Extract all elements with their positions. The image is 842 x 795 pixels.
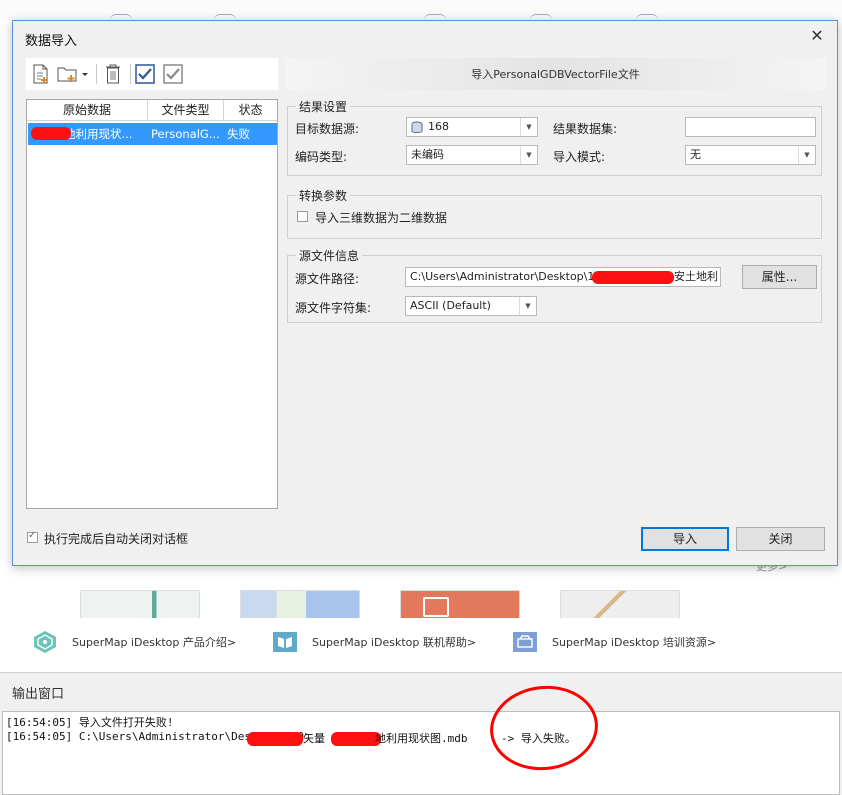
chevron-down-icon[interactable]: ▼ bbox=[519, 297, 536, 315]
properties-button[interactable]: 属性... bbox=[742, 265, 817, 289]
log-line-part: 地利用现状图.mdb bbox=[375, 732, 468, 745]
list-header: 原始数据 文件类型 状态 bbox=[27, 100, 277, 121]
redaction-mark bbox=[592, 271, 674, 284]
chevron-down-icon[interactable]: ▼ bbox=[520, 118, 537, 136]
link-product-intro[interactable]: SuperMap iDesktop 产品介绍> bbox=[32, 630, 236, 654]
result-dataset-input[interactable] bbox=[685, 117, 816, 137]
chevron-down-icon[interactable]: ▼ bbox=[520, 146, 537, 164]
resource-links-bar: SuperMap iDesktop 产品介绍> SuperMap iDeskto… bbox=[0, 618, 842, 664]
database-icon bbox=[411, 121, 423, 134]
encoding-select[interactable]: 未编码 ▼ bbox=[406, 145, 538, 165]
encoding-value: 未编码 bbox=[411, 148, 444, 161]
redaction-mark bbox=[247, 732, 303, 746]
toolbar-separator bbox=[130, 64, 131, 84]
result-settings-group: 结果设置 目标数据源: 168 ▼ 结果数据集: 编码类型: 未编码 ▼ 导入模… bbox=[287, 98, 822, 176]
redaction-mark bbox=[331, 732, 381, 746]
link-label: SuperMap iDesktop 培训资源> bbox=[552, 636, 717, 649]
column-header-type[interactable]: 文件类型 bbox=[148, 100, 224, 120]
import-type-banner: 导入PersonalGDBVectorFile文件 bbox=[285, 58, 826, 90]
auto-close-checkbox[interactable] bbox=[27, 530, 38, 543]
online-help-icon bbox=[272, 630, 298, 654]
import-mode-value: 无 bbox=[690, 148, 701, 161]
import-toolbar bbox=[26, 58, 278, 90]
column-header-status[interactable]: 状态 bbox=[224, 100, 277, 120]
dialog-title: 数据导入 bbox=[25, 34, 78, 49]
group-title: 结果设置 bbox=[296, 98, 351, 115]
conversion-params-group: 转换参数 导入三维数据为二维数据 bbox=[287, 187, 822, 239]
group-title: 源文件信息 bbox=[296, 247, 363, 264]
source-path-suffix: 安土地利 bbox=[674, 270, 718, 283]
source-path-field[interactable]: C:\Users\Administrator\Desktop\110\ 安土地利 bbox=[405, 267, 721, 287]
charset-select[interactable]: ASCII (Default) ▼ bbox=[405, 296, 537, 316]
import-mode-select[interactable]: 无 ▼ bbox=[685, 145, 816, 165]
source-path-value: C:\Users\Administrator\Desktop\110\ bbox=[410, 270, 613, 283]
import-mode-label: 导入模式: bbox=[553, 150, 606, 164]
source-file-list[interactable]: 原始数据 文件类型 状态 地利用现状... PersonalG... 失败 bbox=[26, 99, 278, 509]
output-window-title: 输出窗口 bbox=[12, 687, 65, 702]
charset-label: 源文件字符集: bbox=[295, 301, 372, 315]
encoding-label: 编码类型: bbox=[295, 150, 348, 164]
target-datasource-select[interactable]: 168 ▼ bbox=[406, 117, 538, 137]
charset-value: ASCII (Default) bbox=[410, 299, 491, 312]
add-folder-icon[interactable] bbox=[56, 63, 90, 85]
link-label: SuperMap iDesktop 联机帮助> bbox=[312, 636, 477, 649]
import-3d-as-2d-label: 导入三维数据为二维数据 bbox=[315, 211, 448, 225]
output-window: 输出窗口 [16:54:05] 导入文件打开失败! [16:54:05] C:\… bbox=[0, 672, 842, 795]
target-datasource-label: 目标数据源: bbox=[295, 122, 360, 136]
target-datasource-value: 168 bbox=[428, 120, 449, 133]
delete-icon[interactable] bbox=[102, 63, 124, 85]
toolbar-separator bbox=[96, 64, 97, 84]
output-log[interactable]: [16:54:05] 导入文件打开失败! [16:54:05] C:\Users… bbox=[2, 711, 840, 795]
link-online-help[interactable]: SuperMap iDesktop 联机帮助> bbox=[272, 630, 476, 654]
log-line-part: 矢量 bbox=[303, 732, 325, 745]
link-training[interactable]: SuperMap iDesktop 培训资源> bbox=[512, 630, 716, 654]
table-row[interactable]: 地利用现状... PersonalG... 失败 bbox=[28, 123, 277, 145]
cell-type: PersonalG... bbox=[151, 127, 220, 141]
import-button[interactable]: 导入 bbox=[641, 527, 729, 551]
data-import-dialog: 数据导入 ✕ 导入PersonalGDBVectorFile文件 原始数据 文件… bbox=[12, 20, 838, 566]
group-title: 转换参数 bbox=[296, 187, 351, 204]
source-path-label: 源文件路径: bbox=[295, 272, 360, 286]
select-all-icon[interactable] bbox=[134, 63, 156, 85]
sample-thumbnail-icon bbox=[423, 597, 449, 617]
training-resource-icon bbox=[512, 630, 538, 654]
log-line: [16:54:05] 导入文件打开失败! bbox=[6, 716, 174, 729]
close-button[interactable]: 关闭 bbox=[736, 527, 825, 551]
redaction-mark bbox=[31, 127, 71, 140]
result-dataset-label: 结果数据集: bbox=[553, 122, 618, 136]
select-inverse-icon[interactable] bbox=[162, 63, 184, 85]
import-3d-as-2d-checkbox[interactable] bbox=[297, 211, 308, 222]
source-file-info-group: 源文件信息 源文件路径: C:\Users\Administrator\Desk… bbox=[287, 247, 822, 323]
cell-source: 地利用现状... bbox=[64, 127, 133, 141]
product-intro-icon bbox=[32, 630, 58, 654]
link-label: SuperMap iDesktop 产品介绍> bbox=[72, 636, 237, 649]
add-file-icon[interactable] bbox=[30, 63, 52, 85]
auto-close-label: 执行完成后自动关闭对话框 bbox=[44, 532, 189, 546]
chevron-down-icon[interactable]: ▼ bbox=[798, 146, 815, 164]
cell-status: 失败 bbox=[227, 127, 250, 141]
column-header-source[interactable]: 原始数据 bbox=[27, 100, 148, 120]
close-icon[interactable]: ✕ bbox=[808, 27, 826, 45]
